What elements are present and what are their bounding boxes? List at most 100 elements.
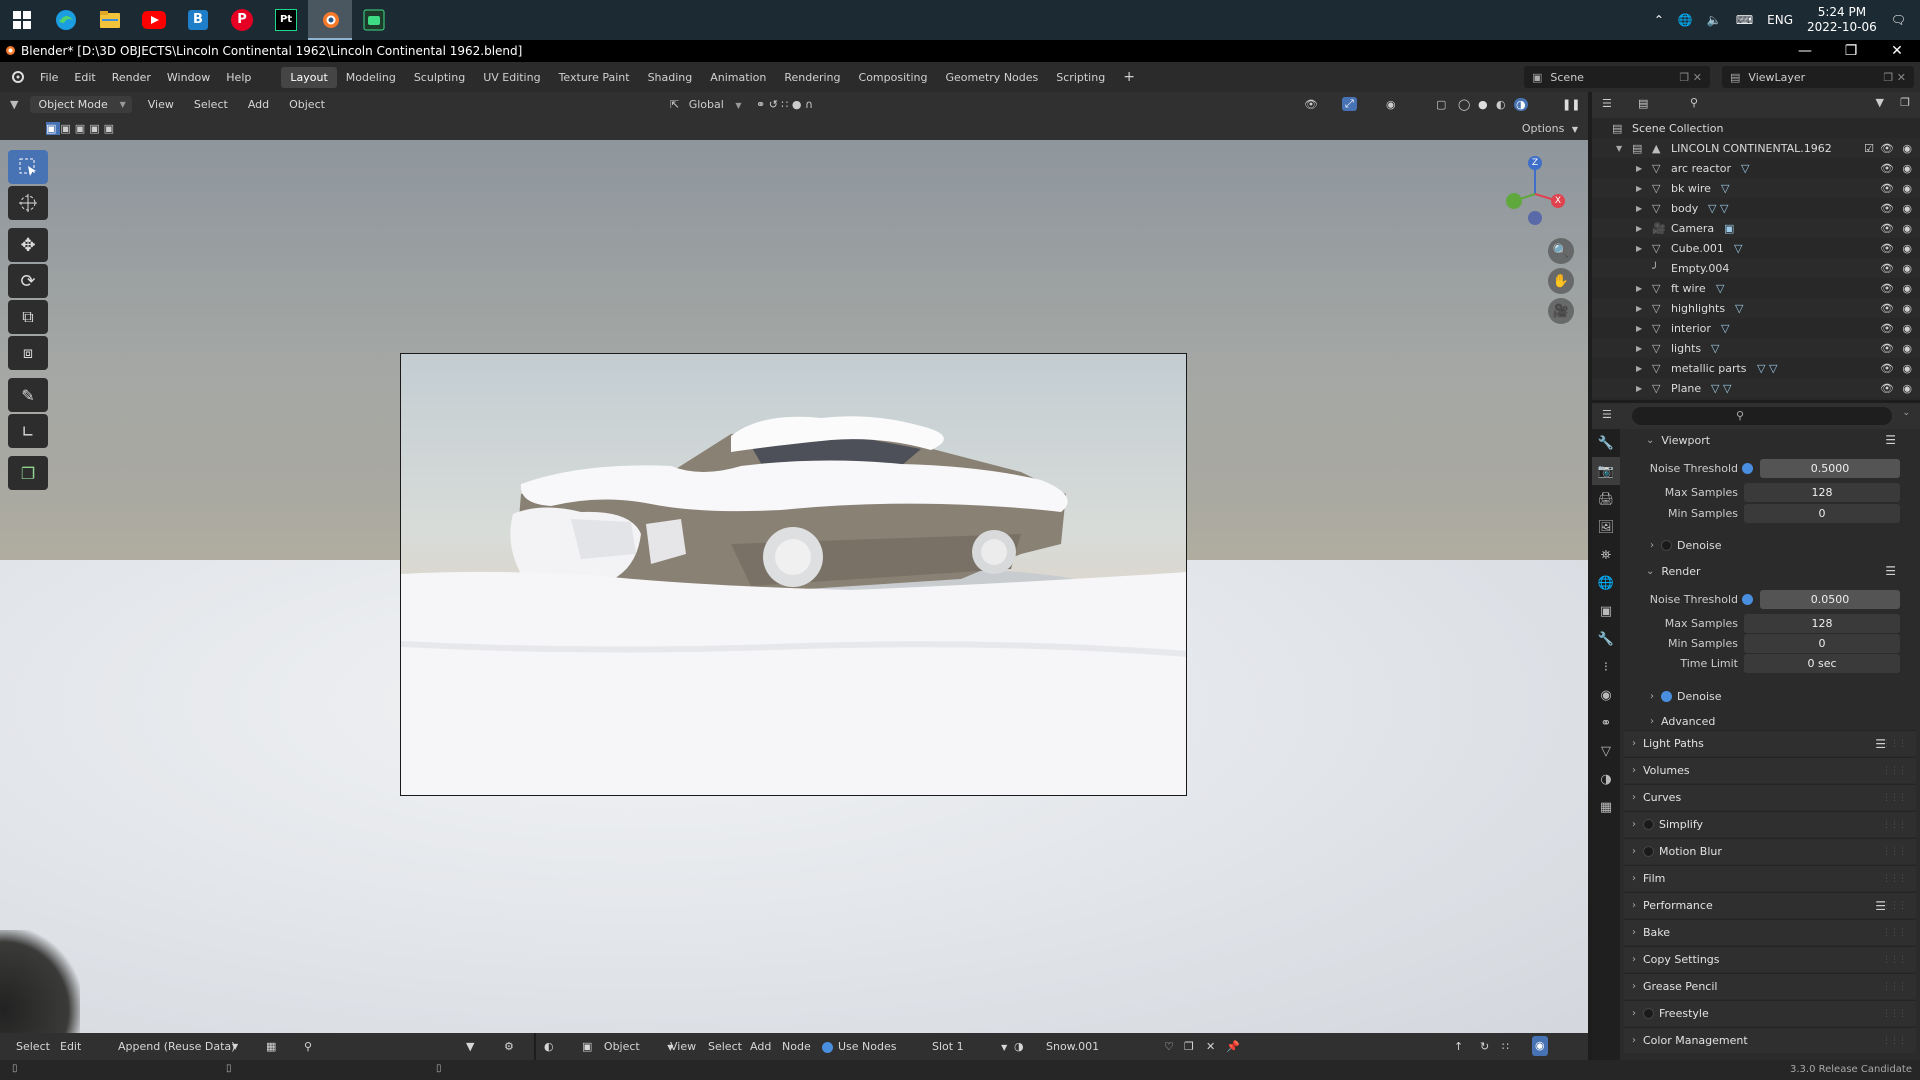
render-camera-icon[interactable]: ◉ (1902, 262, 1912, 275)
scene-copy-icon[interactable]: ❐ ✕ (1679, 71, 1702, 84)
modifier-icons[interactable]: ▣ (1724, 222, 1734, 235)
outliner-object-row[interactable]: ╯ Empty.004 👁 ◉ (1592, 258, 1920, 278)
visibility-icons[interactable]: 👁 (1304, 98, 1318, 111)
drag-handle-icon[interactable]: ⋮⋮⋮ (1882, 820, 1907, 830)
render-denoise-checkbox[interactable] (1661, 690, 1672, 702)
viewport-noise-threshold-field[interactable]: 0.5000 (1760, 459, 1900, 478)
display-mode-icon[interactable]: ▤ (1638, 97, 1648, 110)
expand-icon[interactable]: ▶ (1636, 384, 1642, 393)
object-type-dropdown[interactable]: ▣ Object ▼ (582, 1033, 673, 1061)
gizmo-x-label[interactable]: X (1551, 194, 1565, 208)
tab-sculpting[interactable]: Sculpting (405, 67, 474, 88)
render-camera-icon[interactable]: ◉ (1902, 142, 1912, 155)
cursor-tool[interactable] (8, 186, 48, 220)
expand-icon[interactable]: ▶ (1636, 224, 1642, 233)
render-noise-threshold-field[interactable]: 0.0500 (1760, 590, 1900, 609)
expand-icon[interactable]: ▶ (1636, 244, 1642, 253)
particles-tab-icon[interactable]: ⁝ (1592, 653, 1620, 681)
editor-type-icon[interactable]: ▼ (0, 98, 28, 111)
eye-icon[interactable]: 👁 (1880, 262, 1894, 275)
notifications-icon[interactable]: 🗨 (1891, 13, 1906, 27)
viewport-denoise-subpanel[interactable]: › Denoise (1628, 534, 1916, 556)
modifier-icons[interactable]: ▽ (1711, 342, 1719, 355)
editor-type-icon[interactable]: ◐ (544, 1033, 554, 1060)
rotate-tool[interactable]: ⟳ (8, 264, 48, 298)
panel-film[interactable]: › Film ⋮⋮⋮ (1624, 865, 1916, 891)
zoom-icon[interactable]: 🔍 (1548, 238, 1574, 264)
advanced-subpanel[interactable]: › Advanced (1628, 710, 1916, 732)
expand-icon[interactable]: ▶ (1636, 324, 1642, 333)
eye-icon[interactable]: 👁 (1880, 302, 1894, 315)
volume-icon[interactable]: 🔈 (1707, 13, 1722, 27)
eye-icon[interactable]: 👁 (1880, 362, 1894, 375)
world-tab-icon[interactable]: 🌐 (1592, 569, 1620, 597)
fake-user-icon[interactable]: ♡ (1164, 1033, 1174, 1060)
eye-icon[interactable]: 👁 (1880, 142, 1894, 155)
render-camera-icon[interactable]: ◉ (1902, 182, 1912, 195)
render-camera-icon[interactable]: ◉ (1902, 382, 1912, 395)
scene-tab-icon[interactable]: ⛯ (1592, 541, 1620, 569)
panel-enable-checkbox[interactable] (1643, 846, 1654, 857)
eye-icon[interactable]: 👁 (1880, 242, 1894, 255)
expand-icon[interactable]: ▶ (1636, 304, 1642, 313)
drag-handle-icon[interactable]: ⋮⋮⋮ (1882, 955, 1907, 965)
presets-list-icon[interactable]: ☰ (1885, 433, 1896, 447)
blender-menu-icon[interactable] (10, 69, 24, 86)
view-grid-icon[interactable]: ▦ (266, 1033, 276, 1060)
material-tab-icon[interactable]: ◑ (1592, 765, 1620, 793)
parent-node-icon[interactable]: ↑ (1454, 1033, 1463, 1060)
tab-uv-editing[interactable]: UV Editing (474, 67, 549, 88)
duplicate-material-icon[interactable]: ❐ (1184, 1033, 1194, 1060)
shader-add-menu[interactable]: Add (750, 1033, 771, 1060)
file-explorer-icon[interactable] (88, 0, 132, 40)
menu-help[interactable]: Help (218, 71, 259, 84)
drag-handle-icon[interactable]: ⋮⋮⋮ (1882, 901, 1907, 911)
camera-frame[interactable] (400, 353, 1187, 796)
render-camera-icon[interactable]: ◉ (1902, 342, 1912, 355)
expand-icon[interactable]: ▶ (1636, 164, 1642, 173)
outliner-object-row[interactable]: ▶ ▽ arc reactor ▽ 👁 ◉ (1592, 158, 1920, 178)
tab-geometry-nodes[interactable]: Geometry Nodes (936, 67, 1047, 88)
modifier-icons[interactable]: ▽ (1734, 242, 1742, 255)
outliner-object-row[interactable]: ▶ ▽ metallic parts ▽ ▽ 👁 ◉ (1592, 358, 1920, 378)
drag-handle-icon[interactable]: ⋮⋮⋮ (1882, 847, 1907, 857)
outliner-object-row[interactable]: ▶ ▽ ft wire ▽ 👁 ◉ (1592, 278, 1920, 298)
expand-icon[interactable]: ▶ (1636, 284, 1642, 293)
keyboard-icon[interactable]: ⌨ (1736, 13, 1753, 27)
gear-icon[interactable]: ⚙ (504, 1033, 514, 1060)
expand-icon[interactable]: ▶ (1636, 364, 1642, 373)
select-mode-icons[interactable]: ▣▣▣▣▣ (46, 121, 118, 135)
menu-select[interactable]: Select (184, 98, 238, 111)
constraints-tab-icon[interactable]: ⚭ (1592, 709, 1620, 737)
panel-enable-checkbox[interactable] (1643, 819, 1654, 830)
bottom-edit-menu[interactable]: Edit (60, 1033, 81, 1060)
pivot-snap-icons[interactable]: ⚭ ↺ ∷ ● ∩ (756, 98, 813, 111)
eye-icon[interactable]: 👁 (1880, 182, 1894, 195)
outliner-editor-type-icon[interactable]: ☰ (1602, 97, 1612, 110)
add-cube-tool[interactable]: ❐ (8, 456, 48, 490)
add-workspace-button[interactable]: + (1114, 65, 1144, 89)
panel-color-management[interactable]: › Color Management ⋮⋮⋮ (1624, 1027, 1916, 1053)
filter-icon[interactable]: ▼ (1876, 96, 1884, 109)
network-icon[interactable]: 🌐 (1678, 13, 1693, 27)
render-camera-icon[interactable]: ◉ (1902, 362, 1912, 375)
panel-enable-checkbox[interactable] (1643, 1008, 1654, 1019)
texture-tab-icon[interactable]: ▦ (1592, 793, 1620, 821)
filter-icon[interactable]: ▼ (466, 1033, 474, 1060)
shader-view-menu[interactable]: View (670, 1033, 696, 1060)
modifier-icons[interactable]: ▽ ▽ (1708, 202, 1728, 215)
maximize-icon[interactable]: ❐ (1828, 40, 1874, 62)
blender-icon[interactable] (308, 0, 352, 40)
render-camera-icon[interactable]: ◉ (1902, 302, 1912, 315)
expand-icon[interactable]: ▶ (1636, 344, 1642, 353)
unlink-material-icon[interactable]: ✕ (1206, 1033, 1215, 1060)
transform-tool[interactable]: ⧈ (8, 336, 48, 370)
menu-view[interactable]: View (138, 98, 184, 111)
tab-texture-paint[interactable]: Texture Paint (550, 67, 639, 88)
transform-orientation-dropdown[interactable]: ⇱ Global ▼ (670, 98, 741, 111)
eye-icon[interactable]: 👁 (1880, 342, 1894, 355)
eye-icon[interactable]: 👁 (1880, 202, 1894, 215)
drag-handle-icon[interactable]: ⋮⋮⋮ (1882, 739, 1907, 749)
language-indicator[interactable]: ENG (1767, 13, 1793, 27)
data-tab-icon[interactable]: ▽ (1592, 737, 1620, 765)
